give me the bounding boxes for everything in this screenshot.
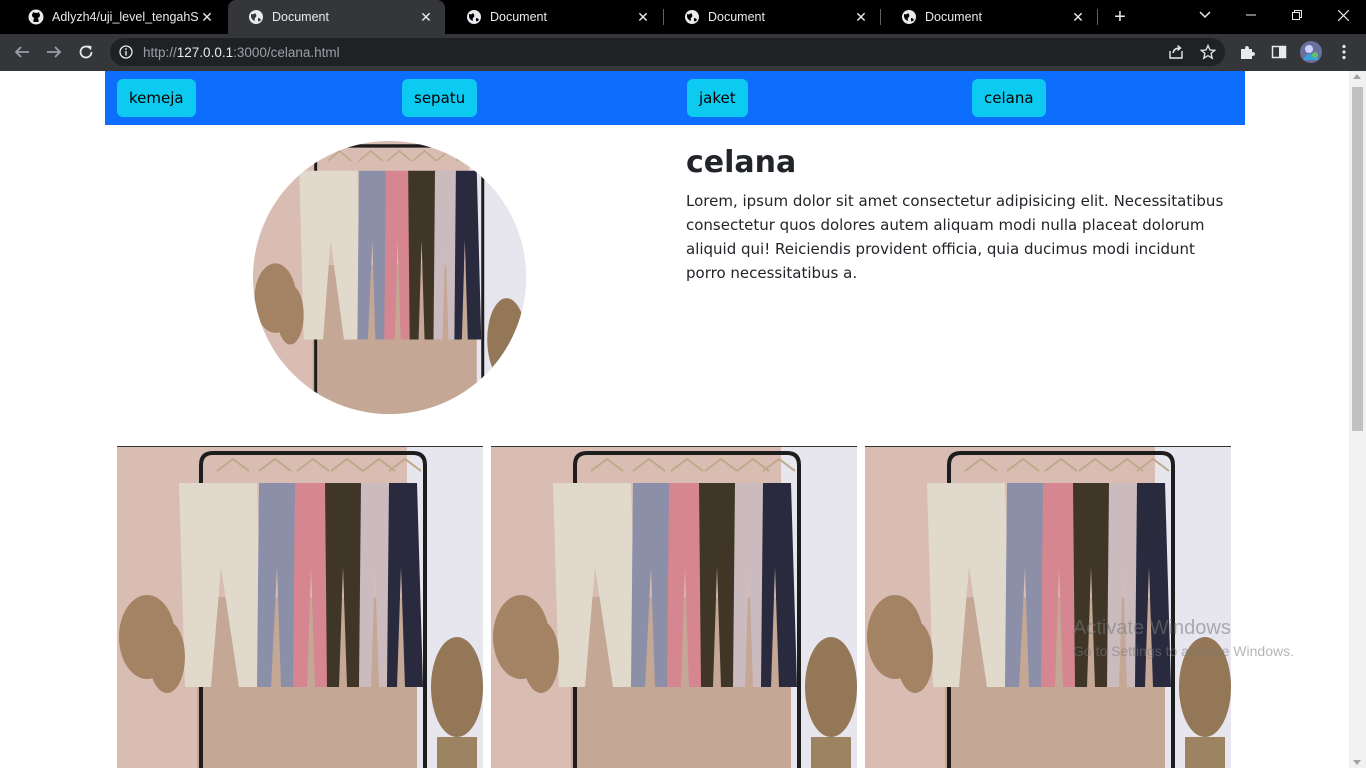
arrow-right-icon (47, 46, 62, 58)
close-window-button[interactable] (1320, 0, 1366, 30)
globe-icon (249, 10, 263, 24)
url-path: :3000/celana.html (233, 44, 340, 60)
windows-activation-watermark: Activate Windows Go to Settings to activ… (1073, 617, 1294, 659)
reload-icon (79, 45, 93, 59)
tab-title: Document (925, 10, 982, 24)
product-card-image (117, 446, 483, 768)
scroll-down-arrow-icon[interactable] (1353, 760, 1361, 765)
nav-button-celana[interactable]: celana (972, 79, 1046, 117)
profile-button[interactable] (1297, 38, 1325, 66)
watermark-subtitle: Go to Settings to activate Windows. (1073, 643, 1294, 659)
info-icon[interactable] (119, 45, 133, 59)
tab-document[interactable]: Document ✕ (881, 0, 1097, 34)
side-panel-icon (1271, 45, 1287, 59)
url-host: 127.0.0.1 (176, 44, 234, 60)
address-bar[interactable]: http://127.0.0.1:3000/celana.html (110, 38, 1225, 66)
product-hero-image (253, 141, 526, 414)
pants-photo (865, 447, 1231, 768)
globe-icon (902, 10, 916, 24)
new-tab-button[interactable]: + (1108, 5, 1132, 29)
close-icon[interactable]: ✕ (198, 8, 216, 26)
close-icon[interactable]: ✕ (634, 8, 652, 26)
star-icon (1200, 44, 1216, 60)
minimize-button[interactable] (1228, 0, 1274, 30)
reload-button[interactable] (72, 38, 100, 66)
pants-photo (253, 141, 526, 414)
share-icon (1169, 44, 1183, 59)
close-icon[interactable]: ✕ (852, 8, 870, 26)
tab-title: Document (708, 10, 765, 24)
page-scrollbar[interactable] (1349, 71, 1366, 768)
scrollbar-thumb[interactable] (1352, 87, 1363, 431)
more-vertical-icon (1342, 44, 1346, 60)
puzzle-icon (1241, 46, 1255, 59)
extensions-button[interactable] (1233, 38, 1261, 66)
tab-document[interactable]: Document ✕ (664, 0, 880, 34)
chevron-down-icon (1199, 11, 1211, 19)
scroll-up-arrow-icon[interactable] (1353, 74, 1361, 79)
tab-title: Document (490, 10, 547, 24)
avatar (1300, 41, 1322, 63)
product-description: Lorem, ipsum dolor sit amet consectetur … (686, 192, 1224, 282)
menu-button[interactable] (1330, 38, 1358, 66)
globe-icon (685, 10, 699, 24)
browser-toolbar: http://127.0.0.1:3000/celana.html (0, 34, 1366, 71)
watermark-title: Activate Windows (1073, 617, 1231, 639)
globe-icon (467, 10, 481, 24)
nav-button-jaket[interactable]: jaket (687, 79, 748, 117)
tab-document[interactable]: Document ✕ (446, 0, 662, 34)
nav-button-kemeja[interactable]: kemeja (117, 79, 196, 117)
back-button[interactable] (8, 38, 36, 66)
product-title: celana (686, 145, 797, 180)
restore-icon (1292, 10, 1302, 20)
close-icon[interactable]: ✕ (1069, 8, 1087, 26)
side-panel-button[interactable] (1265, 38, 1293, 66)
tab-github[interactable]: Adlyzh4/uji_level_tengahSem ✕ (8, 0, 226, 34)
minimize-icon (1246, 14, 1256, 16)
arrow-left-icon (14, 46, 29, 58)
product-card-image (865, 446, 1231, 768)
tab-strip: Adlyzh4/uji_level_tengahSem ✕ Document ✕… (0, 0, 1366, 34)
page-viewport: kemeja sepatu jaket celana celana Lorem,… (0, 71, 1366, 768)
close-icon[interactable]: ✕ (417, 8, 435, 26)
tab-separator (1097, 9, 1098, 25)
restore-button[interactable] (1274, 0, 1320, 30)
pants-photo (117, 447, 483, 768)
url-text[interactable]: http://127.0.0.1:3000/celana.html (143, 45, 340, 60)
site-navbar: kemeja sepatu jaket celana (105, 71, 1245, 125)
pants-photo (491, 447, 857, 768)
product-card-image (491, 446, 857, 768)
nav-button-sepatu[interactable]: sepatu (402, 79, 478, 117)
tab-title: Adlyzh4/uji_level_tengahSem (52, 10, 198, 24)
github-icon (28, 9, 44, 25)
tab-search-button[interactable] (1182, 0, 1228, 30)
close-icon (1337, 9, 1349, 21)
tab-document-active[interactable]: Document ✕ (228, 0, 445, 34)
share-button[interactable] (1162, 38, 1190, 66)
url-scheme: http:// (143, 44, 177, 60)
bookmark-button[interactable] (1194, 38, 1222, 66)
forward-button[interactable] (40, 38, 68, 66)
tab-title: Document (272, 10, 329, 24)
